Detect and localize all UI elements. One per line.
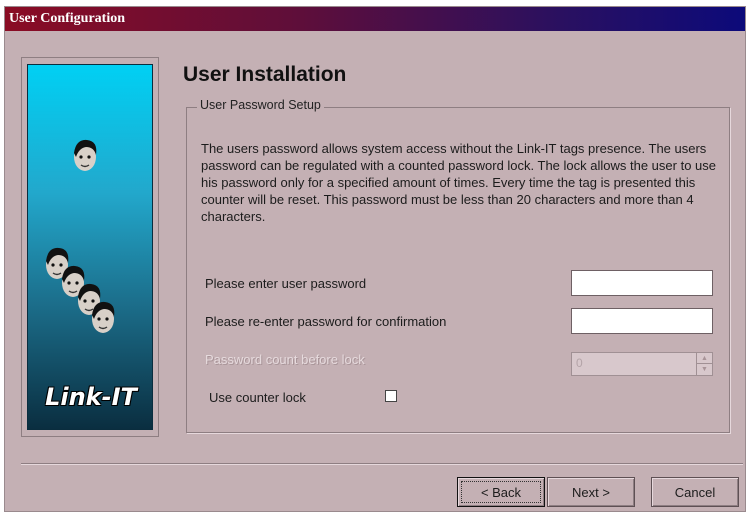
window-title: User Configuration (9, 11, 126, 26)
user-configuration-window: User Configuration Link-IT User Installa… (4, 6, 746, 512)
face-icon (92, 301, 115, 333)
spin-up-icon[interactable]: ▲ (696, 353, 712, 364)
link-it-logo: Link-IT (45, 383, 137, 411)
spinner-buttons: ▲ ▼ (696, 353, 712, 375)
side-panel: Link-IT (21, 57, 159, 437)
next-button[interactable]: Next > (547, 477, 635, 507)
password-count-value: 0 (576, 356, 583, 370)
side-illustration: Link-IT (27, 64, 153, 430)
confirm-password-input[interactable] (571, 308, 713, 334)
confirm-password-label: Please re-enter password for confirmatio… (205, 314, 447, 329)
page-heading: User Installation (183, 63, 347, 86)
password-count-spinner[interactable]: 0 ▲ ▼ (571, 352, 713, 376)
counter-lock-checkbox[interactable] (385, 390, 397, 402)
password-count-label: Password count before lock (205, 352, 365, 367)
face-icon (74, 139, 97, 171)
cancel-button[interactable]: Cancel (651, 477, 739, 507)
password-label: Please enter user password (205, 276, 367, 291)
back-button[interactable]: < Back (457, 477, 545, 507)
description-text: The users password allows system access … (201, 141, 716, 224)
group-title: User Password Setup (197, 98, 324, 112)
password-input[interactable] (571, 270, 713, 296)
counter-lock-label: Use counter lock (209, 390, 306, 405)
title-bar[interactable]: User Configuration (5, 7, 745, 31)
divider (21, 463, 743, 465)
spin-down-icon[interactable]: ▼ (696, 364, 712, 375)
password-setup-group: User Password Setup The users password a… (186, 98, 730, 433)
